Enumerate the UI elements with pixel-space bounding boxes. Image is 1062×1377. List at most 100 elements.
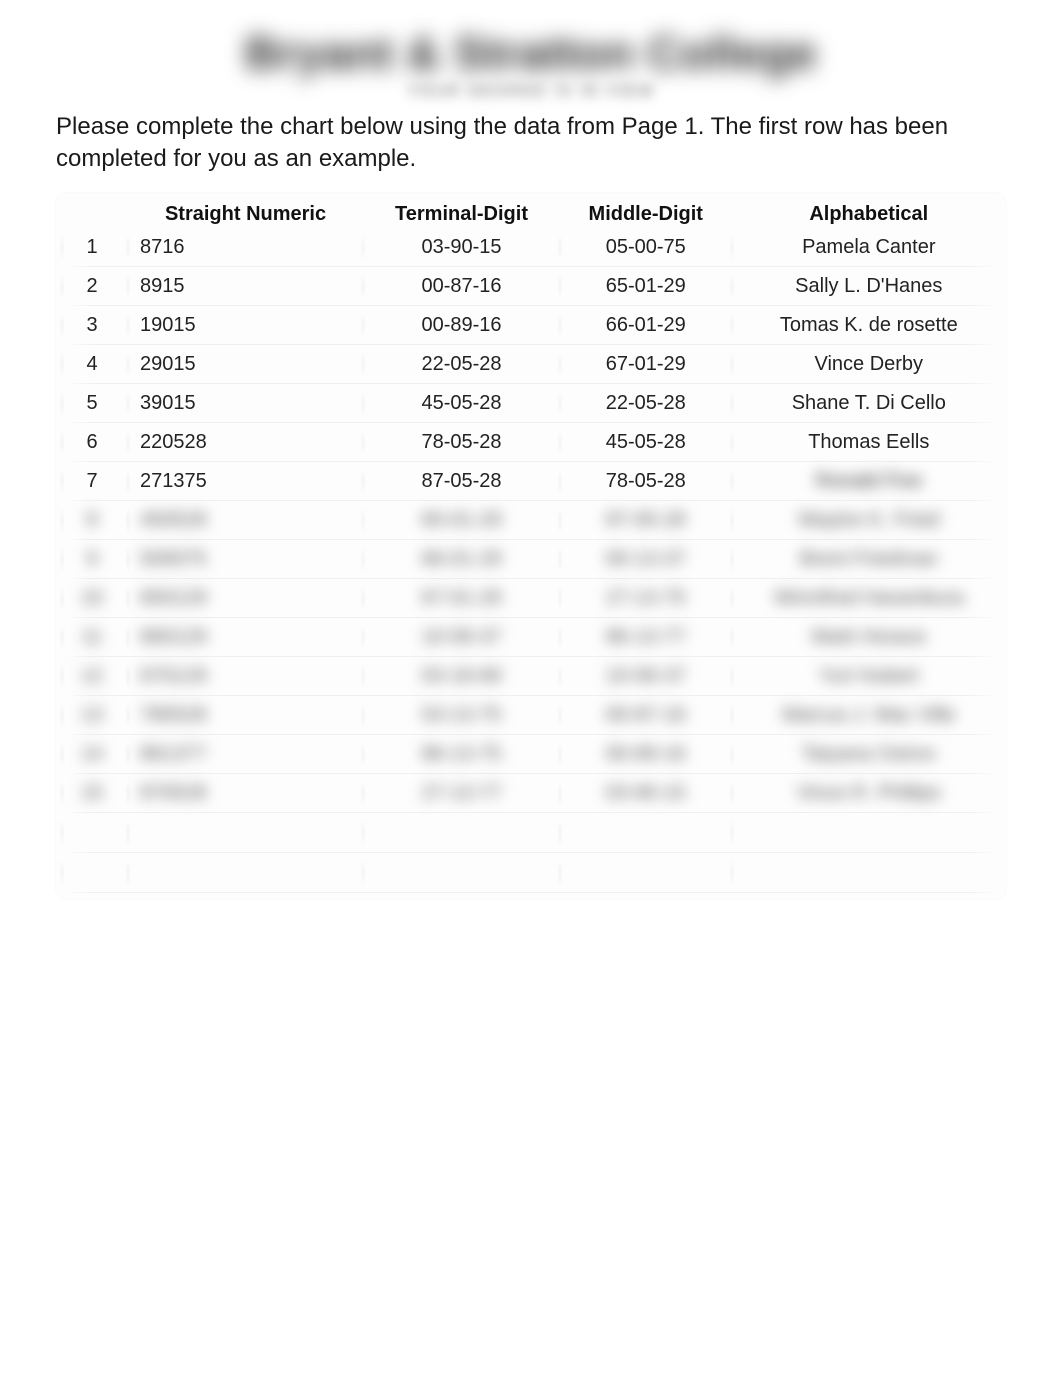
empty-cell [56,813,128,853]
filing-order-table: Straight Numeric Terminal-Digit Middle-D… [56,195,1006,893]
row-number: 12 [56,657,128,696]
obscured-text: 65-01-29 [421,509,501,531]
cell-terminal-digit: 00-87-16 [363,267,560,306]
table-row: 1871603-90-1505-00-75Pamela Canter [56,228,1006,267]
empty-cell [363,813,560,853]
cell-middle-digit: 00-13-37 [560,540,732,579]
cell-terminal-digit: 00-89-16 [363,306,560,345]
table-row: 727137587-05-2878-05-28Ronald Five [56,462,1006,501]
empty-cell [363,853,560,893]
column-header-index [56,195,128,228]
cell-straight-numeric: 29015 [128,345,363,384]
table-row-empty [56,853,1006,893]
cell-alphabetical: Marcus J. Mac Ville [732,696,1006,735]
table-row-obscured: 12 670129 03-18-69 10-58-37 Yuri Hubert [56,657,1006,696]
cell-straight-numeric: 450528 [128,501,363,540]
column-header-terminal-digit: Terminal-Digit [363,195,560,228]
obscured-text: 12 [81,665,103,687]
cell-alphabetical: Yuri Hubert [732,657,1006,696]
cell-straight-numeric: 19015 [128,306,363,345]
institution-title: Bryant & Stratton College [56,28,1006,79]
obscured-text: 9 [86,548,97,570]
empty-cell [128,853,363,893]
obscured-text: 27-13-77 [421,782,501,804]
instructions-text: Please complete the chart below using th… [56,111,1006,176]
row-number: 8 [56,501,128,540]
obscured-text: 10-58-37 [606,665,686,687]
row-number: 11 [56,618,128,657]
obscured-text: 87-05-28 [606,509,686,531]
cell-terminal-digit: 87-05-28 [363,462,560,501]
obscured-text: Ronald Five [815,470,922,492]
cell-middle-digit: 22-05-28 [560,384,732,423]
cell-terminal-digit: 67-01-29 [363,579,560,618]
table-row-obscured: 13 78052853-13-7500-87-16Marcus J. Mac Vi… [56,696,1006,735]
cell-middle-digit: 78-05-28 [560,462,732,501]
cell-alphabetical: Tatyana Ostrov [732,735,1006,774]
cell-alphabetical: Ronald Five [732,462,1006,501]
cell-terminal-digit: 66-01-29 [363,540,560,579]
cell-straight-numeric: 861377 [128,735,363,774]
table-row: 622052878-05-2845-05-28Thomas Eells [56,423,1006,462]
cell-alphabetical: Shane T. Di Cello [732,384,1006,423]
cell-straight-numeric: 8716 [128,228,363,267]
obscured-text: 500075 [140,548,207,570]
table-row: 2891500-87-1665-01-29Sally L. D'Hanes [56,267,1006,306]
obscured-text: Mark Horace [812,626,926,648]
row-number: 10 [56,579,128,618]
obscured-text: 13 [81,704,103,726]
table-row-obscured: 1166012910-58-3786-13-77Mark Horace [56,618,1006,657]
cell-middle-digit: 45-05-28 [560,423,732,462]
table-row: 53901545-05-2822-05-28Shane T. Di Cello [56,384,1006,423]
obscured-text: 67-01-29 [421,587,501,609]
obscured-text: 27-13-75 [606,587,686,609]
cell-terminal-digit: 27-13-77 [363,774,560,813]
table-row-obscured: 8 450528 65-01-29 87-05-28 Waylon K. Fried [56,501,1006,540]
cell-alphabetical: Mark Horace [732,618,1006,657]
obscured-text: Tatyana Ostrov [802,743,937,765]
row-number: 13 [56,696,128,735]
empty-cell [732,853,1006,893]
institution-subtitle: YOUR DEGREE IS IN VIEW [56,83,1006,101]
cell-straight-numeric: 780528 [128,696,363,735]
cell-straight-numeric: 8915 [128,267,363,306]
cell-alphabetical: Vince Derby [732,345,1006,384]
cell-terminal-digit: 78-05-28 [363,423,560,462]
cell-alphabetical: Sally L. D'Hanes [732,267,1006,306]
cell-straight-numeric: 670129 [128,657,363,696]
cell-straight-numeric: 870528 [128,774,363,813]
cell-middle-digit: 27-13-75 [560,579,732,618]
document-page: Bryant & Stratton College YOUR DEGREE IS… [0,0,1062,1377]
table-row-obscured: 1065012967-01-2927-13-75Winnifred Haramb… [56,579,1006,618]
cell-alphabetical: Tomas K. de rosette [732,306,1006,345]
row-number: 5 [56,384,128,423]
cell-middle-digit: 10-58-37 [560,657,732,696]
obscured-text: 450528 [140,509,207,531]
obscured-text: 11 [82,626,103,648]
obscured-text: 86-13-75 [421,743,501,765]
empty-cell [56,853,128,893]
table-row: 42901522-05-2867-01-29Vince Derby [56,345,1006,384]
row-number: 15 [56,774,128,813]
table-row-obscured: 950007566-01-2900-13-37Brent Friedman [56,540,1006,579]
row-number: 14 [56,735,128,774]
cell-alphabetical: Waylon K. Fried [732,501,1006,540]
cell-terminal-digit: 03-90-15 [363,228,560,267]
obscured-text: 660129 [140,626,207,648]
obscured-text: 670129 [140,665,207,687]
empty-cell [732,813,1006,853]
obscured-text: 03-90-15 [606,782,686,804]
table-row-empty [56,813,1006,853]
table-header-row: Straight Numeric Terminal-Digit Middle-D… [56,195,1006,228]
table-row-obscured: 14861377 86-13-75 00-89-16 Tatyana Ostrov [56,735,1006,774]
cell-middle-digit: 00-87-16 [560,696,732,735]
cell-straight-numeric: 650129 [128,579,363,618]
row-number: 1 [56,228,128,267]
row-number: 4 [56,345,128,384]
cell-straight-numeric: 271375 [128,462,363,501]
obscured-text: 00-89-16 [606,743,686,765]
obscured-text: 03-18-69 [421,665,501,687]
empty-cell [560,813,732,853]
cell-terminal-digit: 53-13-75 [363,696,560,735]
obscured-text: 15 [81,782,103,804]
